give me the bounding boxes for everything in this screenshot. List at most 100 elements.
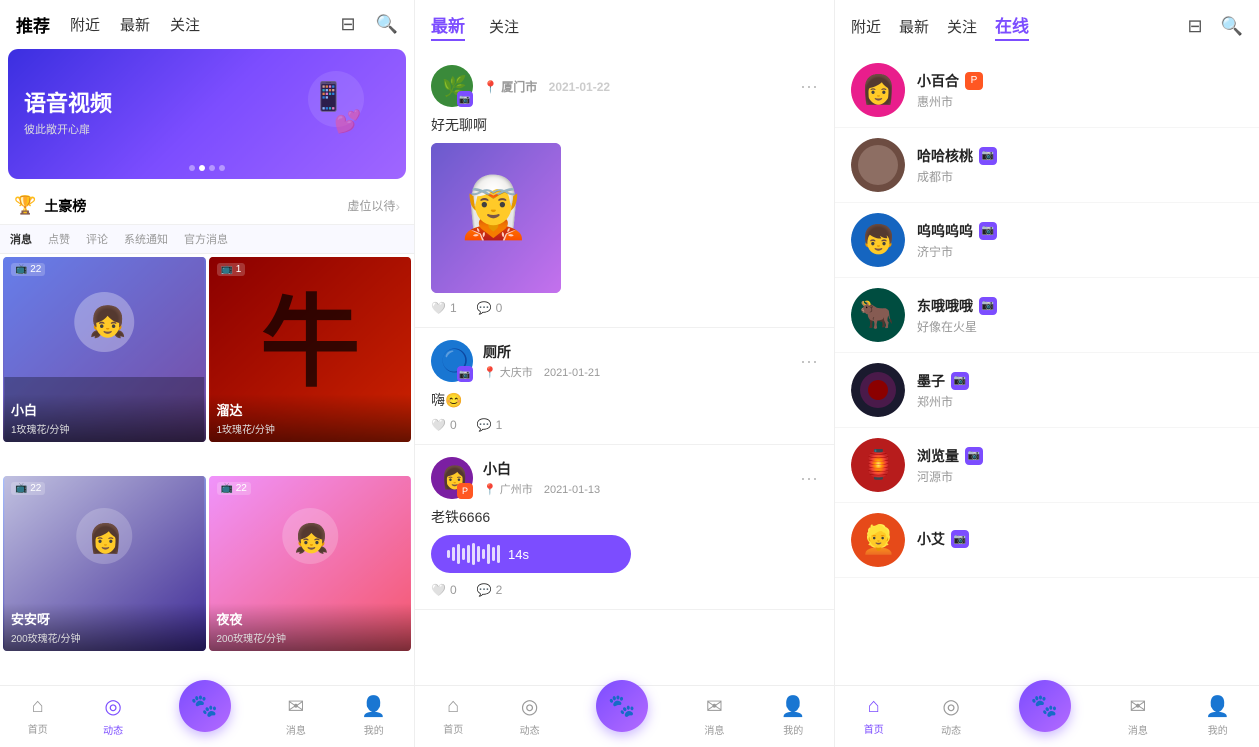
online-name-row-5: 墨子 📷: [917, 371, 969, 391]
right-center-icon: 🐾: [1031, 693, 1058, 719]
bnav-profile-label: 我的: [364, 722, 384, 737]
like-button-2[interactable]: 🤍 0: [431, 418, 457, 432]
filter-icon[interactable]: ⊟: [340, 14, 355, 35]
mid-nav-follow[interactable]: 关注: [489, 16, 519, 37]
online-item-dong[interactable]: 🐂 东哦哦哦 📷 好像在火星: [835, 278, 1259, 353]
online-name-row-2: 哈哈核桃 📷: [917, 146, 997, 166]
svg-text:🏮: 🏮: [861, 448, 896, 481]
grid-item-yeye[interactable]: 👧 📺 22 夜夜 200玫瑰花/分钟: [209, 476, 412, 651]
mid-bnav-messages-label: 消息: [704, 722, 724, 737]
panel-right: 附近 最新 关注 在线 ⊟ 🔍 👩 小百合 P 惠州市: [835, 0, 1259, 747]
feed-item-2: 🔵 📷 厕所 📍 大庆市 2021-01-21 ··· 嗨😊 �: [415, 328, 834, 445]
bnav-dynamic[interactable]: ◎ 动态: [103, 694, 123, 737]
comment-button-1[interactable]: 💬 0: [477, 301, 503, 315]
avatar-wuwu: 👦: [851, 213, 905, 267]
grid-price-4: 200玫瑰花/分钟: [217, 630, 404, 645]
online-badge-5: 📷: [951, 372, 969, 390]
grid-item-anan[interactable]: 👩 📺 22 安安呀 200玫瑰花/分钟: [3, 476, 206, 651]
mid-bnav-profile[interactable]: 👤 我的: [781, 694, 806, 737]
mid-bottom-nav: ⌂ 首页 ◎ 动态 🐾 ✉ 消息 👤 我的: [415, 685, 834, 747]
bnav-home[interactable]: ⌂ 首页: [28, 695, 48, 736]
feed-actions-3: 🤍 0 💬 2: [431, 583, 818, 597]
feed-more-2[interactable]: ···: [800, 351, 818, 372]
comment-icon-2: 💬: [477, 418, 492, 432]
online-badge-7: 📷: [951, 530, 969, 548]
avatar-hahh: [851, 138, 905, 192]
bnav-center-button[interactable]: 🐾: [179, 680, 231, 732]
feed-more-3[interactable]: ···: [800, 468, 818, 489]
right-bnav-home[interactable]: ⌂ 首页: [864, 695, 884, 736]
bnav-messages[interactable]: ✉ 消息: [286, 694, 306, 737]
like-button-1[interactable]: 🤍 1: [431, 301, 457, 315]
online-name-5: 墨子: [917, 371, 945, 391]
online-item-xiaobaih[interactable]: 👩 小百合 P 惠州市: [835, 53, 1259, 128]
online-users-list: 👩 小百合 P 惠州市 哈哈核桃: [835, 53, 1259, 685]
notif-messages[interactable]: 消息: [10, 231, 32, 247]
online-badge-1: P: [965, 72, 983, 90]
online-user-info-5: 墨子 📷 郑州市: [917, 371, 969, 410]
mid-nav-latest[interactable]: 最新: [431, 12, 465, 41]
right-bnav-dynamic[interactable]: ◎ 动态: [941, 694, 961, 737]
bnav-profile[interactable]: 👤 我的: [361, 694, 386, 737]
voice-message[interactable]: 14s: [431, 535, 631, 573]
badge-3: 📺 22: [11, 482, 45, 495]
notif-system[interactable]: 系统通知: [124, 231, 168, 247]
right-bnav-profile-label: 我的: [1208, 722, 1228, 737]
nav-推荐[interactable]: 推荐: [16, 12, 50, 37]
mid-bnav-dynamic[interactable]: ◎ 动态: [520, 694, 540, 737]
right-nav-latest[interactable]: 最新: [899, 16, 929, 37]
comment-button-2[interactable]: 💬 1: [477, 418, 503, 432]
right-home-icon: ⌂: [868, 695, 880, 718]
search-icon[interactable]: 🔍: [376, 14, 398, 35]
ranking-bar[interactable]: 🏆 土豪榜 虚位以待 ›: [0, 187, 414, 225]
right-nav-online[interactable]: 在线: [995, 12, 1029, 41]
nav-附近[interactable]: 附近: [70, 14, 100, 35]
right-nav-follow[interactable]: 关注: [947, 16, 977, 37]
grid-item-liuda[interactable]: 牛 📺 1 溜达 1玫瑰花/分钟: [209, 257, 412, 442]
right-bottom-nav: ⌂ 首页 ◎ 动态 🐾 ✉ 消息 👤 我的: [835, 685, 1259, 747]
right-bnav-profile[interactable]: 👤 我的: [1205, 694, 1230, 737]
right-filter-icon[interactable]: ⊟: [1187, 16, 1202, 37]
notif-official[interactable]: 官方消息: [184, 231, 228, 247]
grid-price-1: 1玫瑰花/分钟: [11, 421, 198, 436]
online-name-row-3: 呜呜呜呜 📷: [917, 221, 997, 241]
comment-button-3[interactable]: 💬 2: [477, 583, 503, 597]
mid-messages-icon: ✉: [706, 694, 723, 719]
right-nav-nearby[interactable]: 附近: [851, 16, 881, 37]
right-bnav-center[interactable]: 🐾: [1019, 680, 1071, 732]
grid-item-xiaobo[interactable]: 👧 📺 22 小白 1玫瑰花/分钟: [3, 257, 206, 442]
mid-bnav-messages[interactable]: ✉ 消息: [704, 694, 724, 737]
online-item-wuwu[interactable]: 👦 呜呜呜呜 📷 济宁市: [835, 203, 1259, 278]
right-bnav-messages-label: 消息: [1128, 722, 1148, 737]
notif-likes[interactable]: 点赞: [48, 231, 70, 247]
mid-home-icon: ⌂: [447, 695, 459, 718]
mid-bnav-home[interactable]: ⌂ 首页: [443, 695, 463, 736]
online-item-hahh[interactable]: 哈哈核桃 📷 成都市: [835, 128, 1259, 203]
feed-item-1: 🌿 📷 📍 厦门市 2021-01-22 ··· 好无聊啊: [415, 53, 834, 328]
nav-最新[interactable]: 最新: [120, 14, 150, 35]
live-grid: 👧 📺 22 小白 1玫瑰花/分钟 牛: [0, 254, 414, 685]
right-search-icon[interactable]: 🔍: [1221, 16, 1243, 37]
online-item-xiaoai[interactable]: 👱 小艾 📷: [835, 503, 1259, 578]
feed-meta-2: 📍 大庆市 2021-01-21: [483, 364, 790, 380]
feed-item-3: 👩 P 小白 📍 广州市 2021-01-13 ··· 老铁6666: [415, 445, 834, 610]
notification-tabs: 消息 点赞 评论 系统通知 官方消息: [0, 225, 414, 254]
feed-actions-1: 🤍 1 💬 0: [431, 301, 818, 315]
ranking-title: 土豪榜: [44, 196, 347, 216]
online-item-liulan[interactable]: 🏮 浏览量 📷 河源市: [835, 428, 1259, 503]
notif-comments[interactable]: 评论: [86, 231, 108, 247]
mid-bnav-profile-label: 我的: [783, 722, 803, 737]
online-item-mozi[interactable]: 墨子 📷 郑州市: [835, 353, 1259, 428]
nav-关注[interactable]: 关注: [170, 14, 200, 35]
mid-bnav-center[interactable]: 🐾: [596, 680, 648, 732]
feed-more-1[interactable]: ···: [800, 76, 818, 97]
right-bnav-messages[interactable]: ✉ 消息: [1128, 694, 1148, 737]
mid-dynamic-icon: ◎: [521, 694, 538, 719]
banner-subtitle: 彼此敞开心扉: [24, 121, 112, 137]
avatar-mozi: [851, 363, 905, 417]
center-icon: 🐾: [191, 693, 218, 719]
online-location-6: 河源市: [917, 468, 983, 485]
like-button-3[interactable]: 🤍 0: [431, 583, 457, 597]
messages-icon: ✉: [288, 694, 305, 719]
right-messages-icon: ✉: [1130, 694, 1147, 719]
